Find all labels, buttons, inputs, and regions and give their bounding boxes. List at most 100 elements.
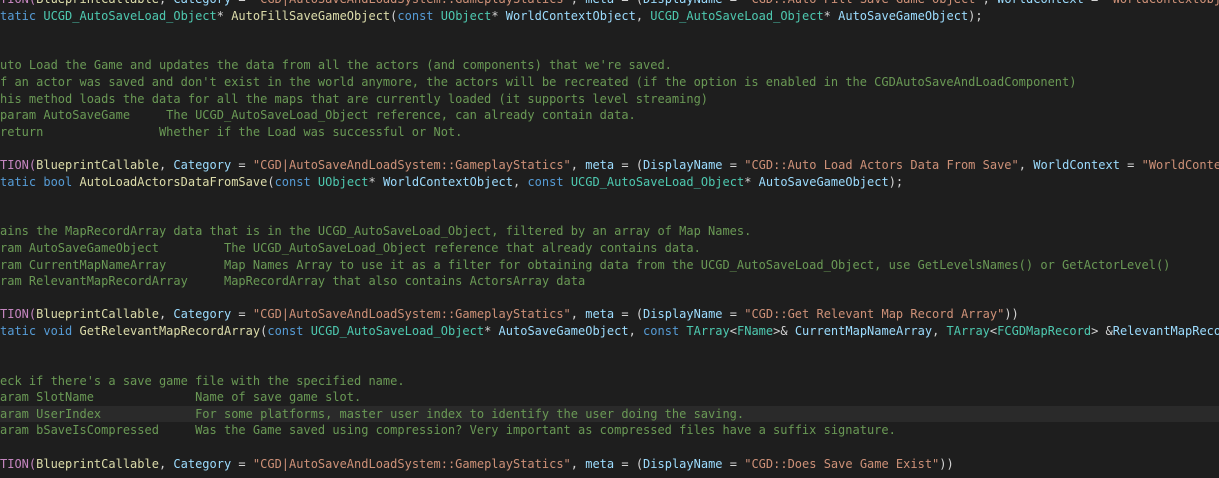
code-line[interactable]: aram bSaveIsCompressed Was the Game save… — [0, 422, 1219, 439]
code-line[interactable]: TION(BlueprintCallable, Category = "CGD|… — [0, 306, 1219, 323]
code-token-kw: tatic bool — [0, 174, 80, 189]
code-line[interactable] — [0, 290, 1219, 307]
code-token-ident: WorldContext — [1033, 157, 1120, 172]
code-line[interactable] — [0, 41, 1219, 58]
code-token-op: = ( — [614, 307, 644, 322]
code-line[interactable]: aram SlotName Name of save game slot. — [0, 389, 1219, 406]
code-token-op: = — [231, 456, 253, 471]
code-token-kw: const — [643, 323, 687, 338]
code-token-cmt: return Whether if the Load was successfu… — [0, 124, 463, 139]
code-token-kw: const — [274, 174, 318, 189]
code-token-op: = ( — [614, 157, 644, 172]
code-lines: TION(BlueprintCallable, Category = "CGD|… — [0, 0, 1219, 472]
code-token-op: >& — [773, 323, 795, 338]
code-token-kw: tatic — [0, 8, 44, 23]
code-token-op: , — [1018, 157, 1034, 172]
code-token-op: , — [570, 456, 586, 471]
code-token-cmt: aram UserIndex For some platforms, maste… — [0, 406, 745, 421]
code-line[interactable]: eck if there's a save game file with the… — [0, 373, 1219, 390]
code-token-op: , — [628, 323, 644, 338]
code-line-current[interactable]: aram UserIndex For some platforms, maste… — [0, 405, 1219, 423]
code-token-op: )) — [939, 456, 954, 471]
code-line[interactable]: return Whether if the Load was successfu… — [0, 124, 1219, 141]
code-token-type: UObject — [317, 174, 369, 189]
code-token-op: , — [159, 0, 173, 6]
code-token-ident: meta — [585, 456, 615, 471]
code-token-cmt: aram SlotName Name of save game slot. — [0, 390, 362, 405]
code-line[interactable]: ains the MapRecordArray data that is in … — [0, 223, 1219, 240]
code-token-cmt: param AutoSaveGame The UCGD_AutoSaveLoad… — [0, 108, 636, 123]
code-token-fn: BlueprintCallable — [36, 0, 159, 6]
code-line[interactable] — [0, 339, 1219, 356]
code-token-fn: BlueprintCallable — [36, 456, 159, 471]
code-token-macro: TION( — [0, 456, 37, 471]
code-token-op: ( — [267, 174, 275, 189]
code-line[interactable]: ram AutoSaveGameObject The UCGD_AutoSave… — [0, 240, 1219, 257]
code-token-str: "CGD::Auto Load Actors Data From Save" — [744, 157, 1019, 172]
code-line[interactable]: uto Load the Game and updates the data f… — [0, 57, 1219, 74]
code-line[interactable]: param AutoSaveGame The UCGD_AutoSaveLoad… — [0, 107, 1219, 124]
code-line[interactable]: tatic UCGD_AutoSaveLoad_Object* AutoFill… — [0, 8, 1219, 25]
code-line[interactable] — [0, 207, 1219, 224]
code-token-op: = — [722, 456, 745, 471]
code-token-ident: Category — [173, 157, 232, 172]
code-token-op: , — [983, 0, 997, 6]
code-token-ident: WorldContext — [997, 0, 1084, 6]
code-token-op: = — [722, 157, 745, 172]
code-token-fnname: GetRelevantMapRecordArray — [79, 323, 261, 338]
code-token-cmt: his method loads the data for all the ma… — [0, 91, 709, 106]
code-token-type: UCGD_AutoSaveLoad_Object — [570, 174, 745, 189]
code-line[interactable] — [0, 356, 1219, 373]
code-token-fnname: AutoFillSaveGameObject — [231, 8, 391, 23]
code-token-param: WorldContextObject — [382, 174, 513, 189]
code-token-fn: BlueprintCallable — [36, 307, 159, 322]
code-line[interactable] — [0, 190, 1219, 207]
code-token-op: , — [635, 8, 651, 23]
code-token-ident: meta — [585, 0, 614, 6]
code-token-str: "WorldContextObj — [1141, 157, 1219, 172]
code-line[interactable]: TION(BlueprintCallable, Category = "CGD|… — [0, 157, 1219, 174]
code-line[interactable]: TION(BlueprintCallable, Category = "CGD|… — [0, 0, 1219, 8]
code-line[interactable] — [0, 24, 1219, 41]
code-token-str: "CGD|AutoSaveAndLoadSystem::GameplayStat… — [252, 307, 571, 322]
code-line[interactable]: tatic bool AutoLoadActorsDataFromSave(co… — [0, 174, 1219, 191]
code-token-op: = — [722, 307, 745, 322]
code-token-str: "CGD::Get Relevant Map Record Array" — [744, 307, 1005, 322]
code-token-op: )) — [1004, 307, 1019, 322]
code-token-ident: DisplayName — [643, 157, 723, 172]
code-token-fnname: AutoLoadActorsDataFromSave — [79, 174, 268, 189]
code-line[interactable]: ram RelevantMapRecordArray MapRecordArra… — [0, 273, 1219, 290]
code-token-type: FCGDMapRecord — [997, 323, 1092, 338]
code-token-macro: TION( — [0, 307, 37, 322]
code-token-param: AutoSaveGameObject — [758, 174, 889, 189]
code-token-cmt: uto Load the Game and updates the data f… — [0, 58, 672, 73]
code-token-op: , — [513, 174, 528, 189]
code-token-cmt: f an actor was saved and don't exist in … — [0, 74, 1077, 89]
code-line[interactable]: TION(BlueprintCallable, Category = "CGD|… — [0, 456, 1219, 473]
code-token-str: "CGD::Does Save Game Exist" — [744, 456, 940, 471]
code-line[interactable]: tatic void GetRelevantMapRecordArray(con… — [0, 323, 1219, 340]
code-token-op: = ( — [614, 456, 644, 471]
code-token-op: * — [491, 8, 506, 23]
code-line[interactable]: ram CurrentMapNameArray Map Names Array … — [0, 257, 1219, 274]
code-token-op: * — [216, 8, 232, 23]
code-line[interactable]: f an actor was saved and don't exist in … — [0, 74, 1219, 91]
code-editor[interactable]: TION(BlueprintCallable, Category = "CGD|… — [0, 0, 1219, 478]
code-line[interactable] — [0, 439, 1219, 456]
code-token-cmt: ram AutoSaveGameObject The UCGD_AutoSave… — [0, 240, 701, 255]
code-token-op: = — [1084, 0, 1106, 6]
code-token-param: AutoSaveGameObject — [498, 323, 629, 338]
code-token-type: TArray — [946, 323, 990, 338]
code-token-kw: const — [397, 8, 441, 23]
code-token-cmt: aram bSaveIsCompressed Was the Game save… — [0, 423, 896, 438]
code-token-kw: tatic void — [0, 323, 80, 338]
code-line[interactable]: his method loads the data for all the ma… — [0, 91, 1219, 108]
code-token-op: , — [570, 157, 586, 172]
code-line[interactable] — [0, 140, 1219, 157]
code-token-op: = — [231, 307, 253, 322]
code-token-cmt: ram RelevantMapRecordArray MapRecordArra… — [0, 274, 586, 289]
code-token-param: RelevantMapRecordArr — [1112, 323, 1219, 338]
code-token-str: "WorldContextObject" — [1105, 0, 1219, 6]
code-token-ident: DisplayName — [643, 0, 722, 6]
code-token-str: "CGD|AutoSaveAndLoadSystem::GameplayStat… — [252, 456, 571, 471]
